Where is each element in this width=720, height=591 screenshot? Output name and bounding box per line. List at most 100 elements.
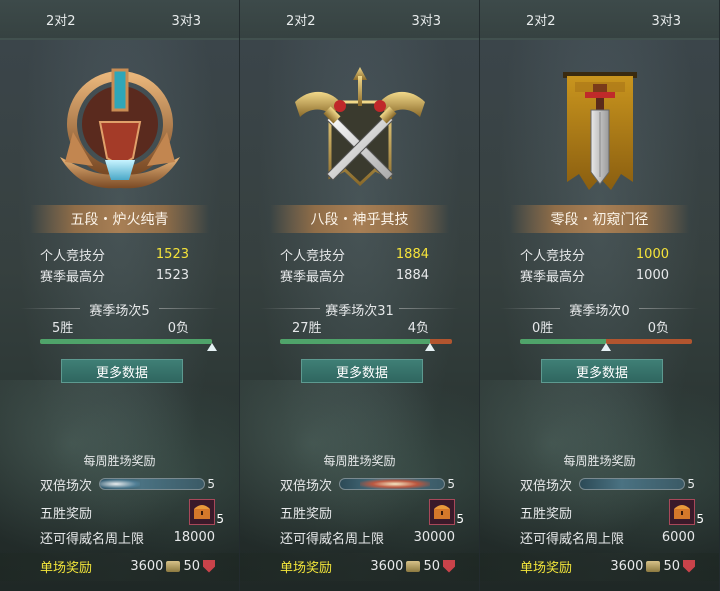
tab-2v2[interactable]: 2对2	[286, 10, 316, 29]
more-data-button[interactable]: 更多数据	[301, 359, 423, 383]
cap-row: 还可得威名周上限 18000	[40, 527, 215, 547]
stat-value: 1000	[635, 267, 669, 283]
cap-row: 还可得威名周上限 6000	[520, 527, 695, 547]
double-matches-bar	[579, 478, 686, 490]
stat-season-high: 赛季最高分 1523	[40, 265, 189, 285]
tab-3v3[interactable]: 3对3	[171, 10, 201, 29]
stat-value: 1000	[635, 246, 669, 262]
reward-coin-value: 3600	[130, 558, 164, 574]
coin-icon	[166, 560, 181, 572]
five-win-label: 五胜奖励	[280, 506, 333, 522]
stat-season-high: 赛季最高分 1884	[280, 265, 429, 285]
double-matches-progress: 5	[579, 477, 695, 491]
rank-panel: 2对2 3对3 零段・初窥门径 个人竞技分 1000 赛季最高分 1000 赛季…	[480, 0, 720, 591]
wins-count: 0胜	[532, 321, 554, 336]
rank-0-emblem-icon	[562, 72, 637, 190]
rank-title: 五段・炉火纯青	[30, 205, 209, 233]
double-matches-progress: 5	[339, 477, 455, 491]
win-ratio-fill	[40, 339, 212, 344]
treasure-chest-icon[interactable]: 5	[669, 499, 704, 526]
double-matches-progress: 5	[99, 477, 215, 491]
shield-icon	[203, 559, 215, 573]
reward-shield-value: 50	[423, 558, 440, 574]
more-data-button[interactable]: 更多数据	[541, 359, 663, 383]
stat-value: 1523	[155, 246, 189, 262]
five-win-label: 五胜奖励	[40, 506, 93, 522]
rank-title: 零段・初窥门径	[510, 205, 689, 233]
rank-5-emblem-icon	[59, 68, 180, 189]
stat-season-high: 赛季最高分 1000	[520, 265, 669, 285]
cap-value: 6000	[661, 529, 695, 545]
losses-count: 4负	[407, 321, 429, 336]
win-loss-record: 27胜 4负	[292, 317, 429, 336]
stat-value: 1884	[395, 246, 429, 262]
coin-icon	[406, 560, 421, 572]
five-win-reward-row: 五胜奖励 5	[40, 499, 224, 526]
mode-tabs: 2对2 3对3	[0, 0, 239, 40]
stat-current-score: 个人竞技分 1884	[280, 244, 429, 264]
weekly-reward-title: 每周胜场奖励	[563, 454, 636, 468]
reward-shield-value: 50	[663, 558, 680, 574]
win-ratio-marker-icon	[207, 343, 217, 351]
stat-value: 1523	[155, 267, 189, 283]
match-reward-label: 单场奖励	[520, 560, 573, 576]
tab-2v2[interactable]: 2对2	[46, 10, 76, 29]
tab-2v2[interactable]: 2对2	[526, 10, 556, 29]
weekly-reward-title: 每周胜场奖励	[83, 454, 156, 468]
rank-8-emblem-icon	[294, 67, 425, 187]
stat-label: 赛季最高分	[40, 269, 106, 285]
stat-label: 个人竞技分	[280, 248, 346, 264]
stat-label: 赛季最高分	[280, 269, 346, 285]
double-matches-count: 5	[687, 477, 695, 491]
reward-coin-value: 3600	[610, 558, 644, 574]
mode-tabs: 2对2 3对3	[240, 0, 479, 40]
double-matches-row: 双倍场次 5	[280, 474, 455, 494]
double-matches-count: 5	[207, 477, 215, 491]
reward-coin-value: 3600	[370, 558, 404, 574]
win-ratio-bar	[40, 339, 212, 344]
chest-count: 5	[696, 512, 704, 526]
arena-rank-panels: 2对2 3对3 五段・炉火纯青 个人竞技分 1523 赛季最高分 1523 赛季…	[0, 0, 720, 591]
stat-label: 赛季最高分	[520, 269, 586, 285]
match-reward-values: 3600 50	[370, 559, 455, 574]
weekly-reward-title: 每周胜场奖励	[323, 454, 396, 468]
double-matches-row: 双倍场次 5	[520, 474, 695, 494]
treasure-chest-icon[interactable]: 5	[429, 499, 464, 526]
losses-count: 0负	[167, 321, 189, 336]
treasure-chest-icon[interactable]: 5	[189, 499, 224, 526]
more-data-button[interactable]: 更多数据	[61, 359, 183, 383]
cap-value: 30000	[413, 529, 455, 545]
match-reward-label: 单场奖励	[280, 560, 333, 576]
losses-count: 0负	[647, 321, 669, 336]
double-matches-label: 双倍场次	[40, 478, 93, 494]
win-loss-record: 0胜 0负	[532, 317, 669, 336]
double-matches-label: 双倍场次	[520, 478, 573, 494]
cap-row: 还可得威名周上限 30000	[280, 527, 455, 547]
win-loss-record: 5胜 0负	[52, 317, 189, 336]
rank-panel: 2对2 3对3 五段・炉火纯青 个人竞技分 1523 赛季最高分 1523 赛季…	[0, 0, 240, 591]
five-win-reward-row: 五胜奖励 5	[280, 499, 464, 526]
match-reward-row: 单场奖励 3600 50	[40, 556, 215, 576]
stat-label: 个人竞技分	[520, 248, 586, 264]
match-reward-row: 单场奖励 3600 50	[520, 556, 695, 576]
tab-3v3[interactable]: 3对3	[651, 10, 681, 29]
rank-panel: 2对2 3对3 八段・神乎其技 个人竞技分 1884 赛季最高分 1884 赛季…	[240, 0, 480, 591]
double-matches-count: 5	[447, 477, 455, 491]
stat-value: 1884	[395, 267, 429, 283]
chest-count: 5	[216, 512, 224, 526]
five-win-label: 五胜奖励	[520, 506, 573, 522]
tab-3v3[interactable]: 3对3	[411, 10, 441, 29]
win-ratio-marker-icon	[424, 343, 435, 351]
wins-count: 27胜	[292, 321, 322, 336]
five-win-reward-row: 五胜奖励 5	[520, 499, 704, 526]
cap-label: 还可得威名周上限	[520, 531, 625, 547]
cap-value: 18000	[173, 529, 215, 545]
rank-title: 八段・神乎其技	[270, 205, 449, 233]
mode-tabs: 2对2 3对3	[480, 0, 719, 40]
match-reward-values: 3600 50	[610, 559, 695, 574]
chest-count: 5	[456, 512, 464, 526]
win-ratio-fill	[280, 339, 430, 344]
stat-current-score: 个人竞技分 1523	[40, 244, 189, 264]
double-matches-bar	[99, 478, 206, 490]
win-ratio-fill	[520, 339, 606, 344]
